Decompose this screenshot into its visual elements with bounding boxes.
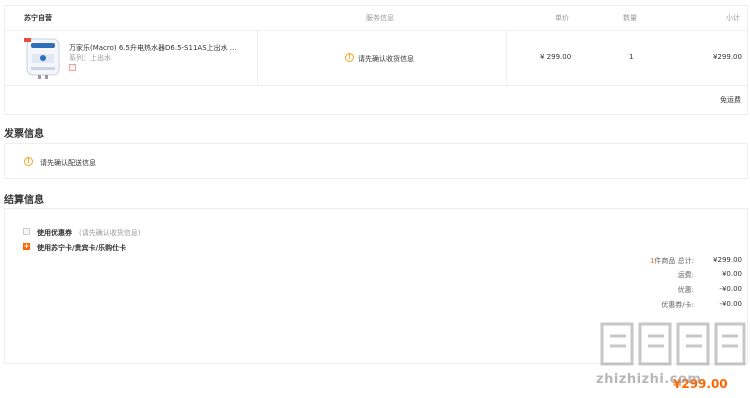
- invoice-notice: 请先确认配送信息: [40, 159, 96, 167]
- settlement-section-title: 结算信息: [4, 195, 44, 206]
- invoice-warning-icon: !: [24, 157, 33, 166]
- product-tag-icon: [69, 64, 76, 71]
- unit-price: ¥ 299.00: [540, 53, 572, 61]
- product-image[interactable]: [23, 37, 63, 80]
- subtotal-value: ¥299.00: [713, 53, 742, 61]
- product-series: 系列：上出水: [69, 54, 111, 62]
- header-subtotal: 小计: [726, 14, 740, 22]
- item-count-label: 1件商品 总计:: [650, 256, 694, 266]
- zhizhi-watermark-icon: [600, 322, 746, 366]
- freight-value: ¥0.00: [721, 270, 742, 278]
- shipping-fee-note: 免运费: [720, 96, 741, 104]
- header-price: 单价: [555, 14, 569, 22]
- discount-value: -¥0.00: [719, 285, 742, 293]
- discount-label: 优惠:: [677, 286, 694, 294]
- header-service: 服务信息: [366, 14, 394, 22]
- coupon-checkbox[interactable]: [23, 228, 30, 235]
- coupon-card-label: 优惠券/卡:: [661, 301, 694, 309]
- service-notice: 请先确认收货信息: [358, 55, 414, 63]
- product-name[interactable]: 万家乐(Macro) 6.5升电热水器D6.5-S11AS上出水 ...: [69, 43, 237, 53]
- quantity-value: 1: [629, 53, 634, 61]
- coupon-card-value: -¥0.00: [719, 300, 742, 308]
- card-expand-icon[interactable]: +: [23, 243, 30, 250]
- goods-total: ¥299.00: [713, 256, 742, 264]
- water-heater-image: [24, 38, 60, 79]
- freight-label: 运费:: [677, 271, 694, 279]
- coupon-label[interactable]: 使用优惠券: [37, 228, 72, 238]
- coupon-note: (请先确认收货信息): [79, 229, 141, 237]
- card-label[interactable]: 使用苏宁卡/贵宾卡/乐购仕卡: [37, 243, 126, 253]
- watermark-text: zhizhizhi.com: [596, 372, 702, 387]
- warning-icon: !: [345, 53, 354, 62]
- watermark-logo: [598, 318, 748, 374]
- store-name: 苏宁自营: [24, 14, 52, 22]
- invoice-section-title: 发票信息: [4, 129, 44, 140]
- item-count-unit: 件商品 总计:: [654, 257, 694, 265]
- header-quantity: 数量: [623, 14, 637, 22]
- invoice-box: [4, 143, 748, 179]
